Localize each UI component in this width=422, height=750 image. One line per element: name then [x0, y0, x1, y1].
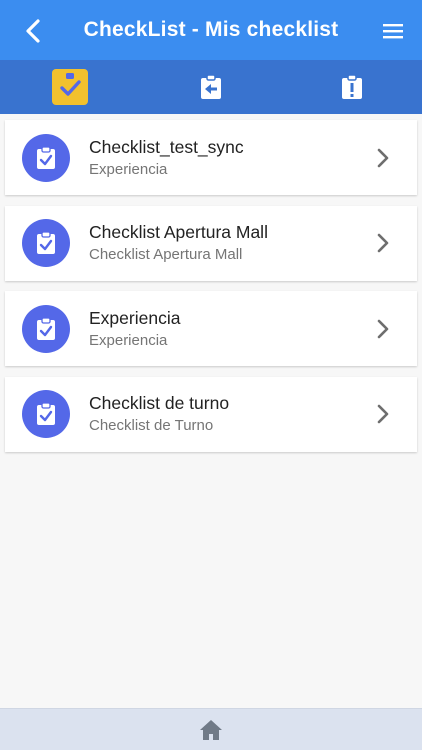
clipboard-check-icon [37, 231, 55, 254]
back-button[interactable] [18, 16, 48, 46]
checklist-title: Checklist de turno [89, 393, 230, 413]
chevron-right-icon [377, 233, 389, 253]
avatar [22, 390, 70, 438]
checklist-title: Experiencia [89, 307, 181, 328]
chevron-right-icon [377, 319, 389, 338]
checklist-title: Checklist_test_sync [89, 136, 244, 157]
clipboard-arrow-left-icon [201, 74, 221, 99]
list-item[interactable]: Checklist_test_sync Experiencia [5, 120, 417, 195]
tab-alert-checklists[interactable] [281, 60, 422, 114]
chevron-right-icon [377, 148, 389, 167]
active-tab-indicator [52, 69, 89, 105]
app-header: CheckList - Mis checklist [0, 0, 422, 60]
checklist-title: Checklist Apertura Mall [89, 222, 268, 242]
hamburger-menu-icon [383, 24, 403, 39]
tab-incoming-checklists[interactable] [141, 60, 282, 114]
clipboard-alert-icon [341, 74, 362, 99]
bottom-bar [0, 708, 422, 750]
clipboard-check-icon [37, 402, 55, 425]
checklist-subtitle: Checklist de Turno [89, 417, 214, 434]
checklist-subtitle: Experiencia [89, 331, 168, 349]
home-icon [200, 719, 222, 740]
chevron-left-icon [26, 19, 40, 43]
checklist-subtitle: Experiencia [89, 160, 168, 178]
tab-bar [0, 60, 422, 114]
avatar [22, 304, 70, 353]
home-button[interactable] [197, 716, 225, 744]
checklist-subtitle: Checklist Apertura Mall [89, 246, 243, 263]
avatar [22, 133, 70, 182]
avatar [22, 219, 70, 267]
clipboard-check-icon [37, 316, 55, 340]
clipboard-check-icon [37, 145, 55, 169]
page-title: CheckList - Mis checklist [83, 18, 339, 41]
list-item[interactable]: Experiencia Experiencia [5, 291, 417, 366]
clipboard-check-icon [60, 73, 82, 96]
chevron-right-icon [377, 404, 389, 424]
menu-button[interactable] [380, 18, 406, 44]
list-item[interactable]: Checklist de turno Checklist de Turno [5, 376, 417, 452]
tab-my-checklists[interactable] [0, 60, 141, 114]
checklist-list: Checklist_test_sync Experiencia Checklis… [5, 120, 417, 462]
list-item[interactable]: Checklist Apertura Mall Checklist Apertu… [5, 205, 417, 281]
